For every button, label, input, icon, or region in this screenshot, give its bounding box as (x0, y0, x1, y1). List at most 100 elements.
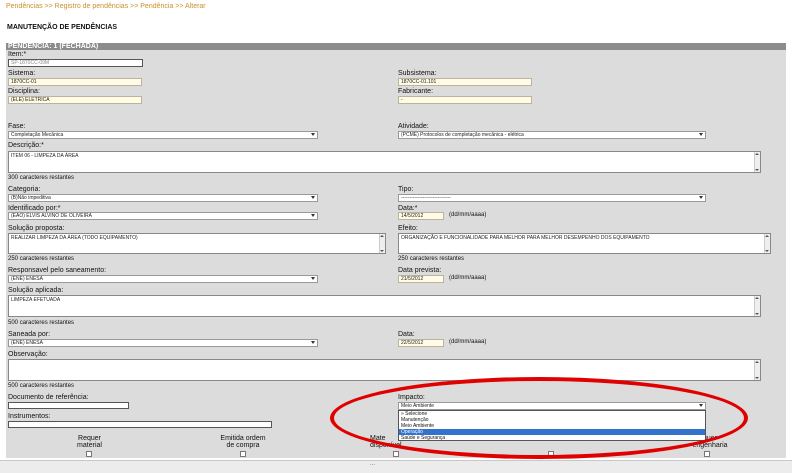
remaining-suffix: caracteres restantes (19, 383, 75, 389)
solucao-aplicada-label: Solução aplicada: (8, 287, 64, 294)
requer-material-line1: Requer (78, 435, 101, 442)
chevron-down-icon (699, 133, 703, 136)
page-title: MANUTENÇÃO DE PENDÊNCIAS (7, 24, 118, 31)
solucao-proposta-textarea[interactable]: REALIZAR LIMPEZA DA ÁREA (TODO EQUIPAMEN… (8, 233, 386, 254)
remaining-suffix: caracteres restantes (19, 320, 75, 326)
saneada-value: (ENE) ENESA (11, 340, 43, 346)
responsavel-label: Responsavel pelo saneamento: (8, 267, 107, 274)
fase-select[interactable]: Completação Mecânica (8, 131, 318, 139)
saneada-select[interactable]: (ENE) ENESA (8, 339, 318, 347)
responsavel-select[interactable]: (ENE) ENESA (8, 275, 318, 283)
chevron-down-icon (311, 196, 315, 199)
efeito-textarea[interactable]: ORGANIZAÇÃO E FUNCIONALIDADE PARA MELHOR… (398, 233, 771, 254)
subsistema-field: 1870CC-01.101 (398, 78, 532, 86)
remaining-suffix: caracteres restantes (19, 256, 75, 262)
solucao-aplicada-counter: 500 caracteres restantes (8, 320, 74, 326)
emitida-ordem-line1: Emitida ordem (220, 435, 266, 442)
data-prevista-input[interactable]: 21/5/2012 (398, 275, 444, 283)
efeito-counter: 250 caracteres restantes (398, 256, 464, 262)
efeito-label: Efeito: (398, 225, 418, 232)
remaining-suffix: caracteres restantes (19, 175, 75, 181)
chevron-down-icon (311, 277, 315, 280)
descricao-remaining: 300 (8, 175, 19, 181)
scrollbar[interactable] (754, 296, 760, 316)
chevron-down-icon (311, 341, 315, 344)
annotation-ellipse (330, 377, 748, 459)
scrollbar[interactable] (379, 234, 385, 253)
subsistema-label: Subsistema: (398, 70, 437, 77)
emitida-ordem-line2: de compra (226, 442, 260, 449)
categoria-value: (B)Não impeditiva (11, 195, 51, 201)
solucao-proposta-value: REALIZAR LIMPEZA DA ÁREA (TODO EQUIPAMEN… (11, 235, 138, 241)
documento-input[interactable] (8, 402, 129, 409)
chevron-down-icon (311, 133, 315, 136)
emitida-ordem-checkbox[interactable] (240, 451, 246, 457)
tipo-label: Tipo: (398, 186, 414, 193)
efeito-remaining: 250 (398, 256, 409, 262)
solucao-aplicada-value: LIMPEZA EFETUADA (11, 297, 61, 303)
descricao-counter: 300 caracteres restantes (8, 175, 74, 181)
sistema-label: Sistema: (8, 70, 36, 77)
disciplina-field: (ELE) ELÉTRICA (8, 96, 142, 104)
fase-value: Completação Mecânica (11, 132, 64, 138)
observacao-remaining: 500 (8, 383, 19, 389)
remaining-suffix: caracteres restantes (409, 256, 465, 262)
disciplina-label: Disciplina: (8, 88, 40, 95)
efeito-value: ORGANIZAÇÃO E FUNCIONALIDADE PARA MELHOR… (401, 235, 650, 241)
requer-material-checkbox[interactable] (86, 451, 92, 457)
requer-material-label: Requer material (62, 435, 117, 449)
instrumentos-input[interactable] (8, 421, 272, 428)
descricao-value: ITEM 06 - LIMPEZA DA ÁREA (11, 153, 79, 159)
scrollbar[interactable] (764, 234, 770, 253)
solucao-aplicada-textarea[interactable]: LIMPEZA EFETUADA (8, 295, 761, 317)
atividade-value: (PCME) Protocolos de completação mecânic… (401, 132, 524, 138)
descricao-label: Descrição:* (8, 142, 44, 149)
instrumentos-label: Instrumentos: (8, 413, 51, 420)
date-format-hint: (dd/mm/aaaa) (449, 339, 487, 345)
panel-title: PENDÊNCIA: 1 (FECHADA) (8, 43, 99, 50)
fabricante-label: Fabricante: (398, 88, 434, 95)
fase-label: Fase: (8, 123, 26, 130)
solucao-aplicada-remaining: 500 (8, 320, 19, 326)
tipo-select[interactable]: ------------------------------ (398, 194, 706, 202)
tipo-value: ------------------------------ (401, 195, 451, 201)
data-prevista-label: Data prevista: (398, 267, 442, 274)
solucao-proposta-remaining: 250 (8, 256, 19, 262)
data-saneada-input[interactable]: 22/5/2012 (398, 339, 444, 347)
data-input[interactable]: 14/5/2012 (398, 212, 444, 220)
atividade-select[interactable]: (PCME) Protocolos de completação mecânic… (398, 131, 706, 139)
identificado-value: (EAO) ELVIS ALVINO DE OLIVEIRA (11, 213, 92, 219)
solucao-proposta-counter: 250 caracteres restantes (8, 256, 74, 262)
chevron-down-icon (311, 214, 315, 217)
categoria-label: Categoria: (8, 186, 41, 193)
scrollbar[interactable] (754, 360, 760, 380)
requer-engenharia-checkbox[interactable] (704, 451, 710, 457)
scrollbar[interactable] (754, 152, 760, 172)
fabricante-field: - (398, 96, 532, 104)
item-input[interactable]: SP-1870CC-09M (8, 59, 143, 67)
item-label: Item:* (8, 51, 27, 58)
requer-material-line2: material (77, 442, 102, 449)
sistema-field: 1870CC-01 (8, 78, 142, 86)
date-format-hint: (dd/mm/aaaa) (449, 275, 487, 281)
bottom-bar (0, 460, 792, 473)
categoria-select[interactable]: (B)Não impeditiva (8, 194, 318, 202)
saneada-label: Saneada por: (8, 331, 51, 338)
date-format-hint: (dd/mm/aaaa) (449, 212, 487, 218)
data-saneada-label: Data: (398, 331, 415, 338)
descricao-textarea[interactable]: ITEM 06 - LIMPEZA DA ÁREA (8, 151, 761, 173)
observacao-counter: 500 caracteres restantes (8, 383, 74, 389)
emitida-ordem-label: Emitida ordem de compra (212, 435, 274, 449)
documento-label: Documento de referência: (8, 394, 89, 401)
observacao-textarea[interactable] (8, 359, 761, 381)
atividade-label: Atividade: (398, 123, 429, 130)
chevron-down-icon (699, 196, 703, 199)
breadcrumb[interactable]: Pendências >> Registro de pendências >> … (6, 3, 206, 10)
resize-handle[interactable]: ... (370, 461, 375, 467)
panel-header-band (6, 43, 786, 50)
solucao-proposta-label: Solução proposta: (8, 225, 65, 232)
observacao-label: Observação: (8, 351, 48, 358)
material-disponivel-checkbox[interactable] (393, 451, 399, 457)
identificado-select[interactable]: (EAO) ELVIS ALVINO DE OLIVEIRA (8, 212, 318, 220)
responsavel-value: (ENE) ENESA (11, 276, 43, 282)
